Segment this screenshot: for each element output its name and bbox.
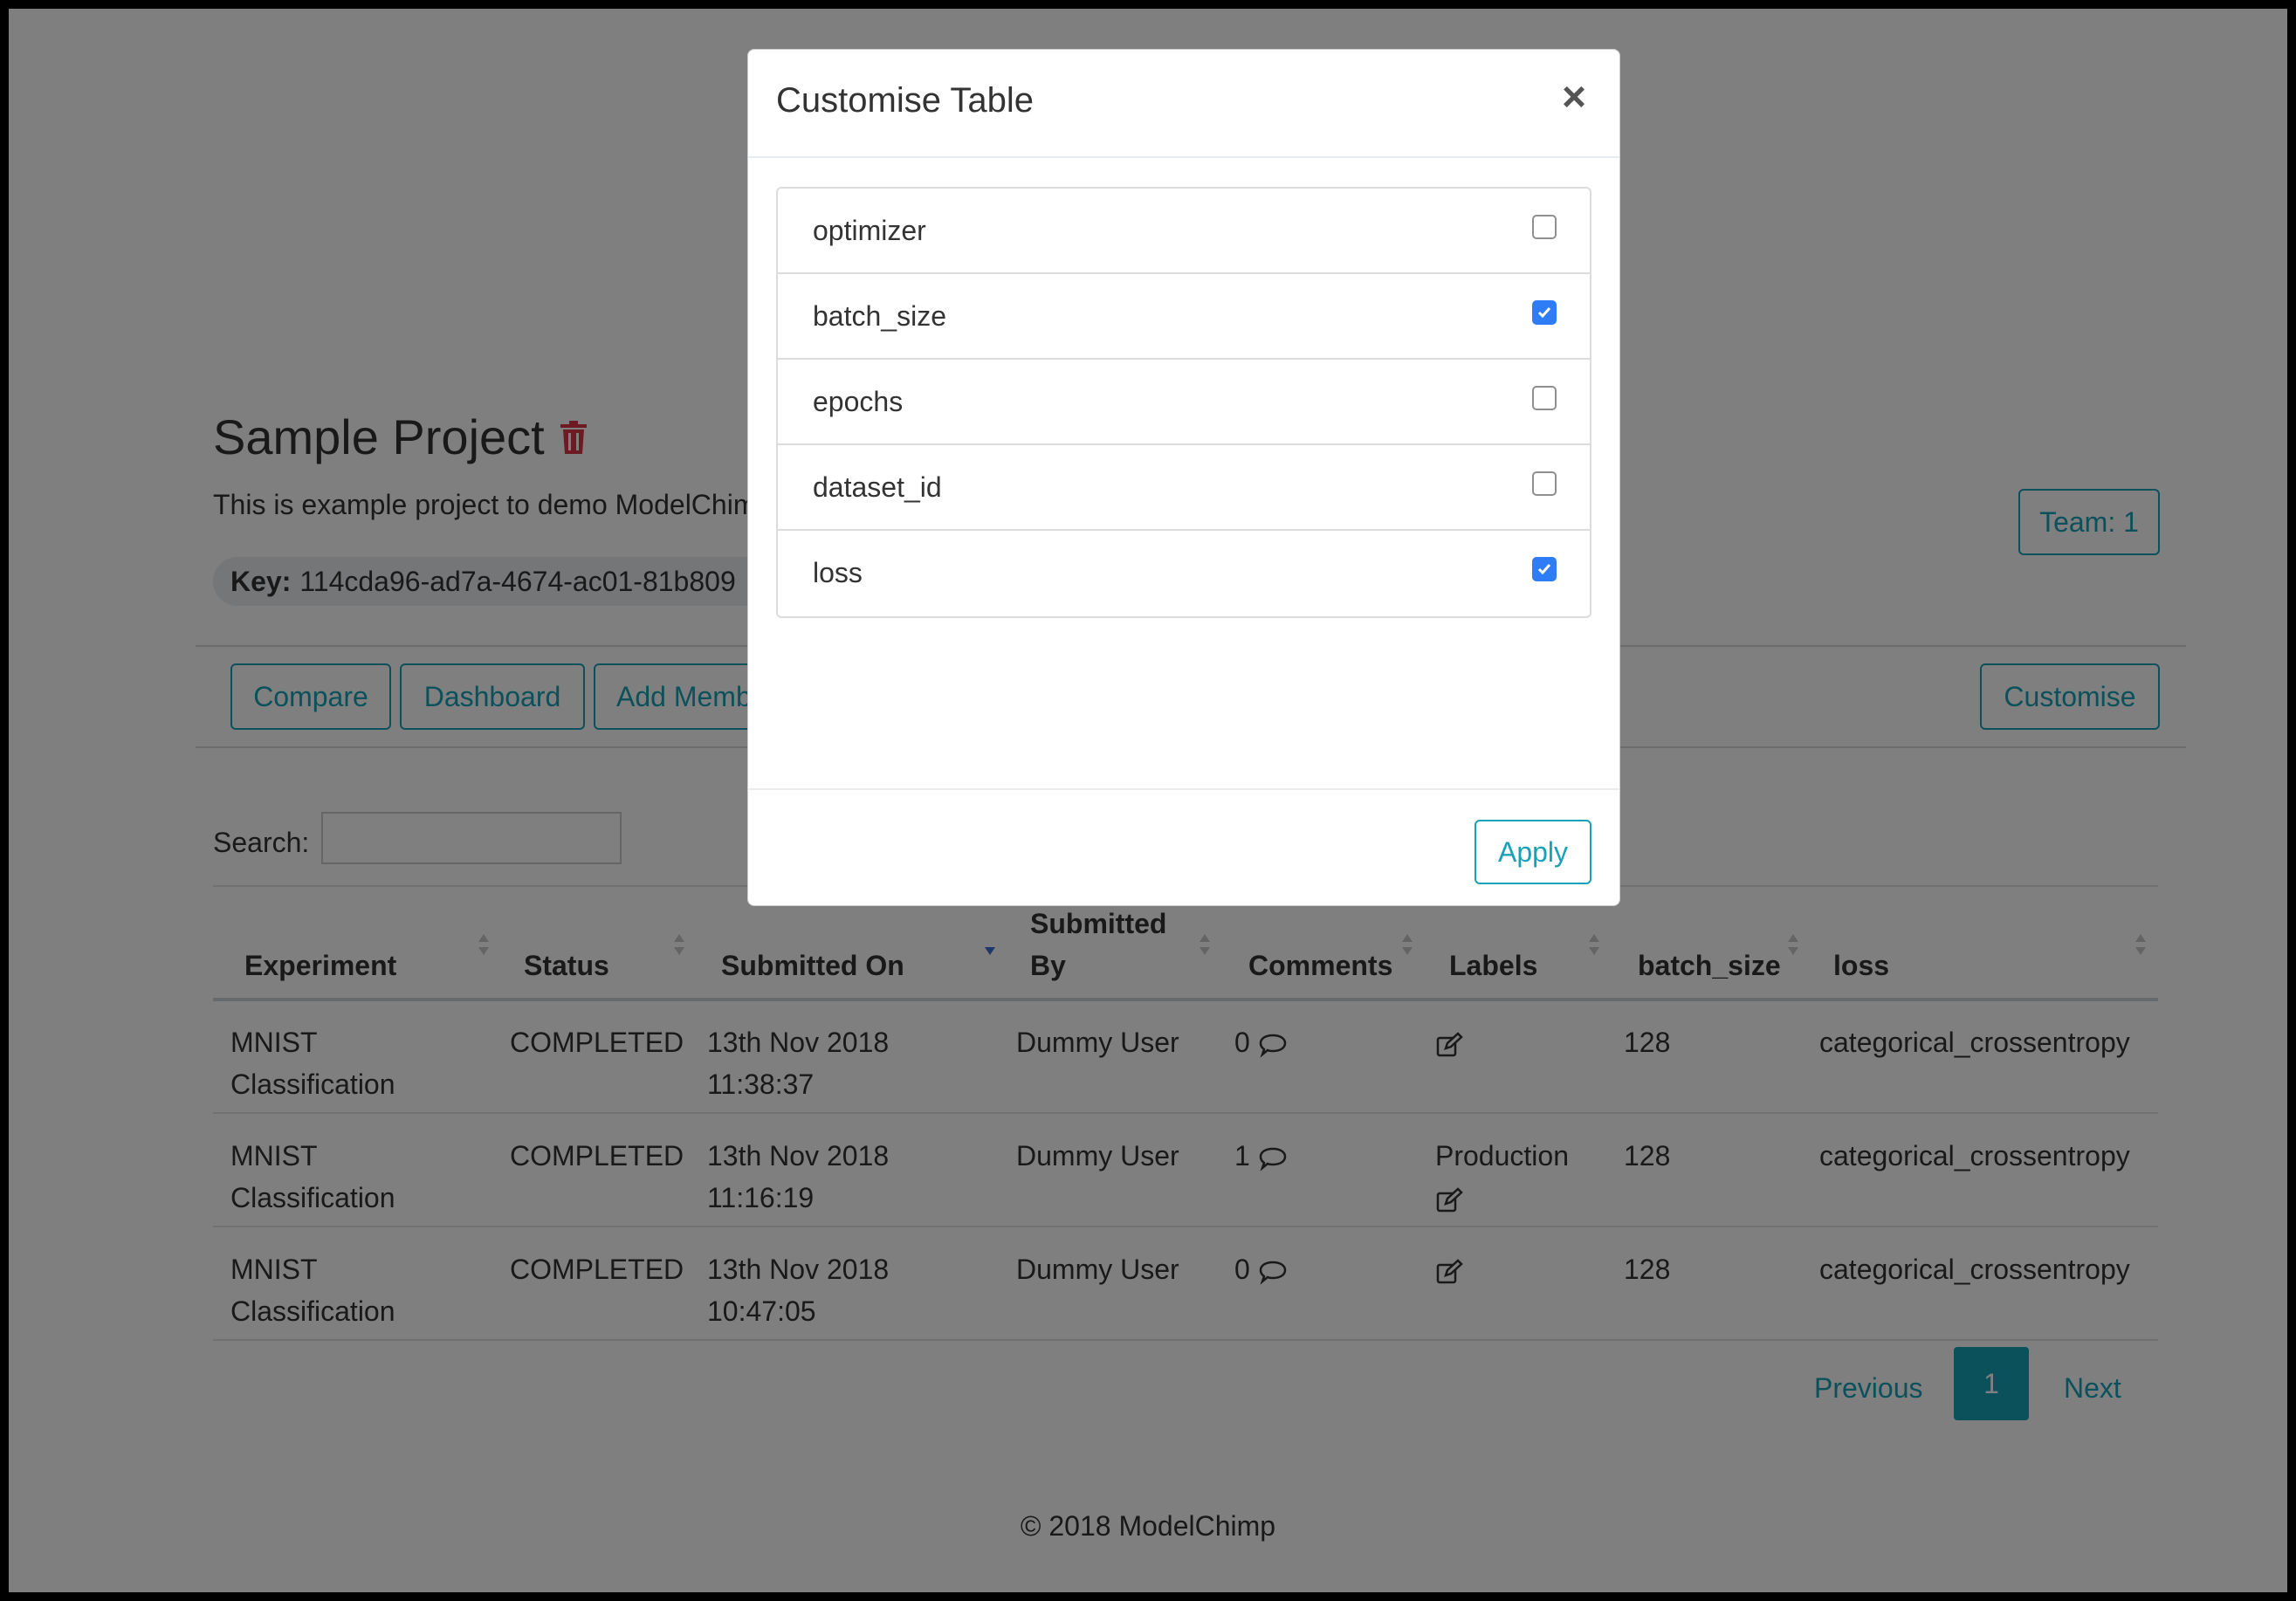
option-label: epochs [813, 386, 904, 417]
checkbox[interactable] [1532, 300, 1557, 325]
option-optimizer[interactable]: optimizer [778, 189, 1590, 274]
modal-footer: Apply [748, 788, 1619, 905]
option-label: loss [813, 557, 863, 588]
option-epochs[interactable]: epochs [778, 360, 1590, 445]
option-label: optimizer [813, 215, 926, 246]
option-dataset-id[interactable]: dataset_id [778, 445, 1590, 531]
checkbox[interactable] [1532, 215, 1557, 239]
column-options-list: optimizer batch_size epochs dataset_id l… [776, 187, 1591, 618]
apply-button[interactable]: Apply [1475, 820, 1591, 884]
checkmark-icon [1537, 307, 1551, 319]
checkbox[interactable] [1532, 557, 1557, 581]
option-label: batch_size [813, 300, 946, 332]
checkbox[interactable] [1532, 471, 1557, 496]
option-loss[interactable]: loss [778, 531, 1590, 616]
browser-frame: Sample Project This is example project t… [9, 9, 2287, 1592]
modal-header: Customise Table × [748, 50, 1619, 158]
checkbox[interactable] [1532, 386, 1557, 410]
checkmark-icon [1537, 564, 1551, 575]
option-batch-size[interactable]: batch_size [778, 274, 1590, 360]
modal-title: Customise Table [776, 81, 1034, 120]
customise-table-modal: Customise Table × optimizer batch_size e… [747, 49, 1620, 906]
close-icon[interactable]: × [1553, 74, 1595, 120]
option-label: dataset_id [813, 471, 942, 503]
